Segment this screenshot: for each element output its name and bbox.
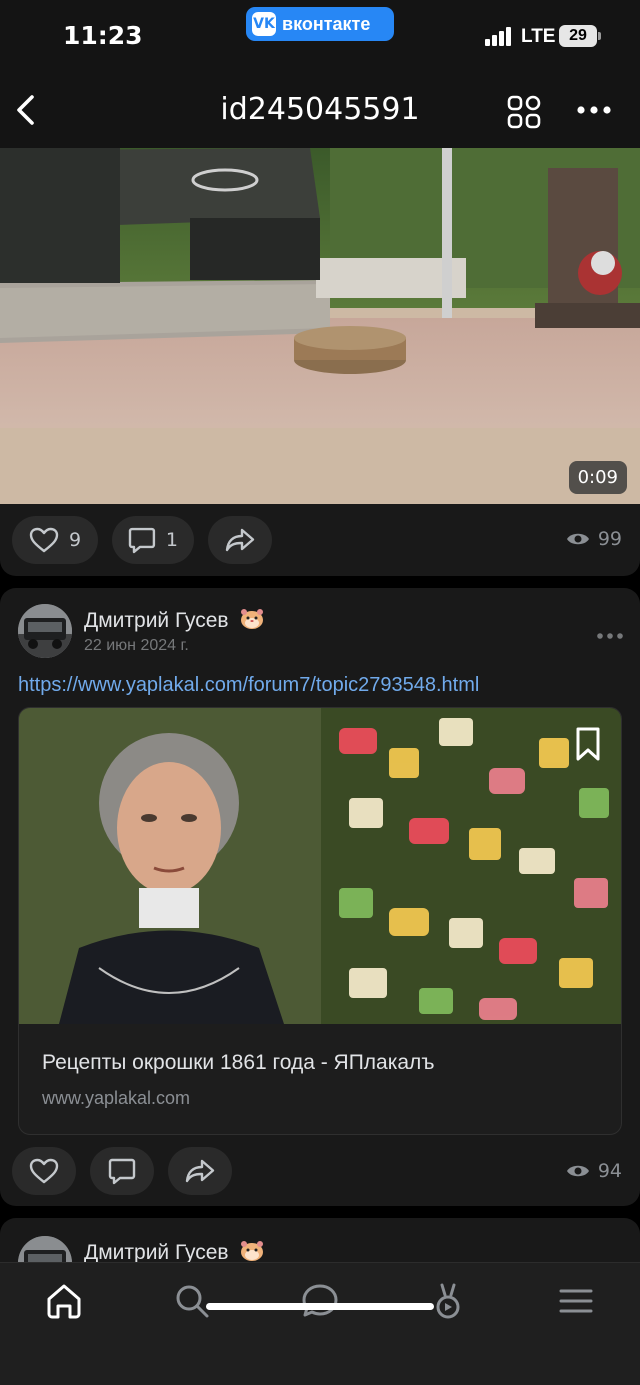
eye-icon: [566, 533, 589, 545]
comment-icon: [128, 527, 156, 554]
heart-icon: [29, 1158, 59, 1184]
video-player[interactable]: 0:09: [0, 148, 640, 504]
author-avatar[interactable]: [18, 604, 72, 658]
share-button[interactable]: [208, 516, 272, 564]
more-options-button[interactable]: [576, 100, 612, 120]
like-count: 9: [68, 529, 82, 551]
grid-icon: [507, 95, 541, 129]
video-post-card: 0:09 9 1 99: [0, 148, 640, 576]
link-preview-domain: www.yaplakal.com: [42, 1088, 191, 1108]
top-nav-bar: id245045591: [0, 70, 640, 148]
link-preview-image: [19, 708, 621, 1024]
like-button[interactable]: 9: [12, 516, 98, 564]
status-bar: 11:23 VK вконтакте LTE 29: [0, 0, 640, 70]
status-time: 11:23: [63, 21, 143, 50]
link-post-card: Дмитрий Гусев 22 июн 2024 г. https://www…: [0, 588, 640, 1206]
avatar-image: [18, 604, 72, 658]
search-icon: [176, 1285, 209, 1318]
views-count: 99: [597, 528, 622, 550]
link-preview[interactable]: Рецепты окрошки 1861 года - ЯПлакалъ www…: [18, 707, 622, 1135]
post-link[interactable]: https://www.yaplakal.com/forum7/topic279…: [18, 674, 479, 697]
battery-icon: 29: [559, 25, 597, 47]
comment-count: 1: [165, 529, 178, 551]
tab-menu[interactable]: [556, 1281, 596, 1321]
menu-icon: [559, 1289, 593, 1313]
heart-icon: [29, 527, 59, 553]
vk-app-badge[interactable]: VK вконтакте: [246, 7, 394, 41]
views-count: 94: [597, 1160, 622, 1182]
bookmark-button[interactable]: [571, 726, 605, 762]
messages-icon: [302, 1284, 338, 1317]
author-name-text: Дмитрий Гусев: [84, 1241, 229, 1264]
comment-button[interactable]: [90, 1147, 154, 1195]
link-preview-title: Рецепты окрошки 1861 года - ЯПлакалъ: [42, 1051, 435, 1074]
home-icon: [47, 1284, 81, 1319]
author-name-text: Дмитрий Гусев: [84, 609, 229, 632]
tab-search[interactable]: [172, 1281, 212, 1321]
eye-icon: [566, 1165, 589, 1177]
share-icon: [185, 1159, 215, 1183]
network-label: LTE: [521, 26, 556, 47]
bottom-tab-bar: [0, 1262, 640, 1385]
hamster-emoji-icon: [241, 1241, 264, 1261]
signal-icon: [485, 26, 513, 46]
share-icon: [225, 528, 255, 552]
post-more-button[interactable]: [596, 628, 624, 639]
vk-logo-icon: VK: [252, 12, 276, 36]
hamster-emoji-icon: [241, 609, 264, 629]
more-horizontal-icon: [577, 106, 611, 114]
share-button[interactable]: [168, 1147, 232, 1195]
grid-view-button[interactable]: [506, 94, 542, 130]
page-title: id245045591: [220, 92, 420, 127]
video-duration: 0:09: [568, 461, 627, 494]
tab-clips[interactable]: [428, 1281, 468, 1321]
author-name[interactable]: Дмитрий Гусев: [84, 608, 264, 633]
clips-icon: [436, 1283, 460, 1319]
post-date: 22 июн 2024 г.: [84, 637, 189, 654]
video-thumbnail: [0, 148, 640, 504]
comment-icon: [108, 1158, 136, 1185]
post-actions: 9 1: [12, 516, 272, 564]
bookmark-icon: [576, 727, 600, 761]
tab-home[interactable]: [44, 1281, 84, 1321]
battery-tip: [598, 32, 601, 40]
post-actions: [12, 1147, 232, 1195]
tab-messages[interactable]: [300, 1281, 340, 1321]
views-counter: 99: [566, 528, 622, 550]
vk-app-label: вконтакте: [282, 13, 371, 34]
home-indicator: [206, 1303, 434, 1310]
more-horizontal-icon: [597, 633, 623, 639]
views-counter: 94: [566, 1160, 622, 1182]
comment-button[interactable]: 1: [112, 516, 194, 564]
like-button[interactable]: [12, 1147, 76, 1195]
